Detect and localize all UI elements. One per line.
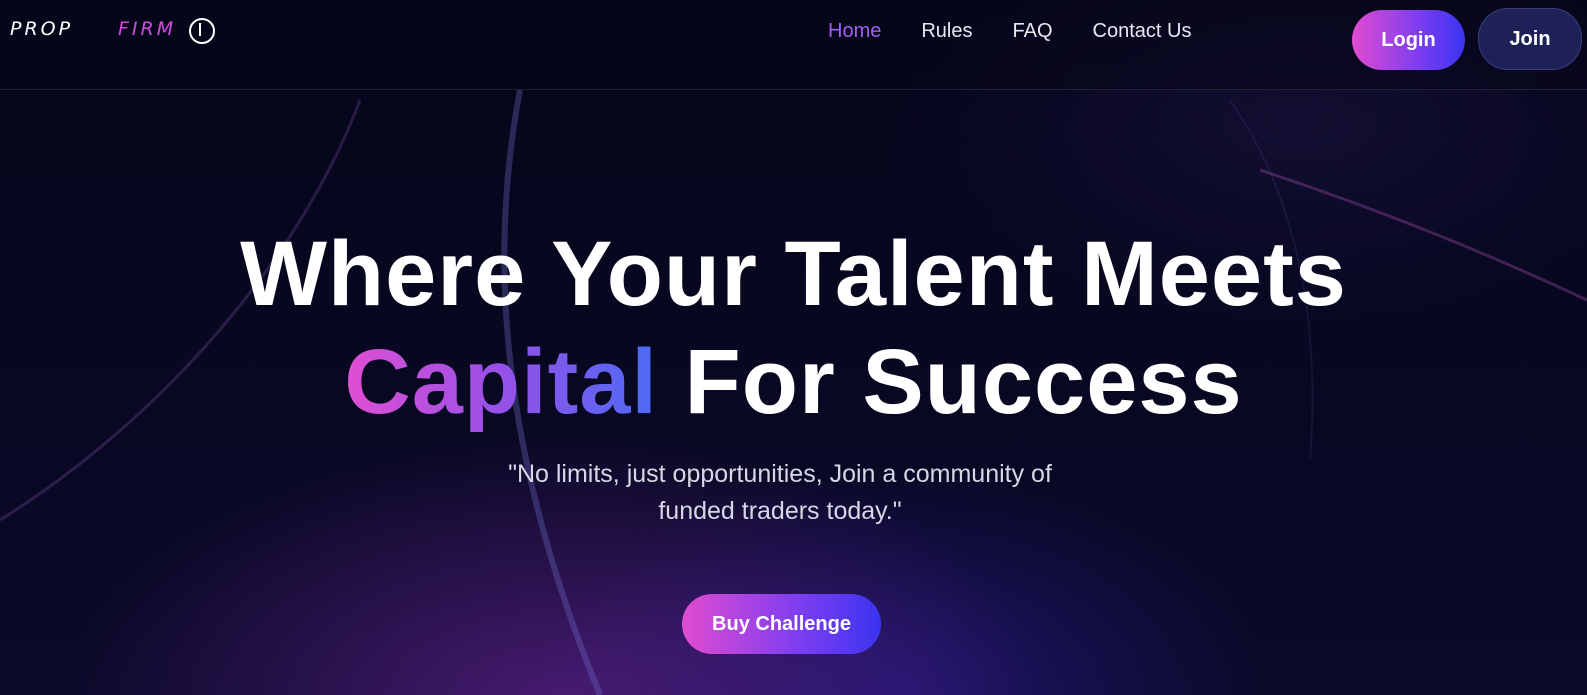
logo-text-prop: PROP (10, 18, 73, 40)
hero-quote: "No limits, just opportunities, Join a c… (508, 460, 1052, 525)
hero-title-line1: Where Your Talent Meets (240, 223, 1347, 325)
hero-title: Where Your Talent Meets Capital For Succ… (0, 220, 1587, 436)
login-button[interactable]: Login (1352, 10, 1465, 70)
nav-faq[interactable]: FAQ (1013, 18, 1053, 44)
buy-challenge-button[interactable]: Buy Challenge (682, 594, 881, 654)
nav-home[interactable]: Home (828, 18, 881, 44)
join-button[interactable]: Join (1478, 8, 1582, 70)
site-header: PROP FIRM Home Rules FAQ Contact Us Logi… (0, 0, 1587, 90)
hero-title-line2: For Success (658, 331, 1243, 433)
logo-mark-icon[interactable]: PROP FIRM (10, 14, 216, 46)
main-nav: Home Rules FAQ Contact Us (828, 18, 1191, 44)
nav-contact-us[interactable]: Contact Us (1093, 18, 1192, 44)
nav-rules[interactable]: Rules (921, 18, 972, 44)
hero-title-highlight: Capital (344, 331, 658, 433)
logo-text-firm: FIRM (118, 18, 176, 40)
landing-page: PROP FIRM Home Rules FAQ Contact Us Logi… (0, 0, 1587, 695)
